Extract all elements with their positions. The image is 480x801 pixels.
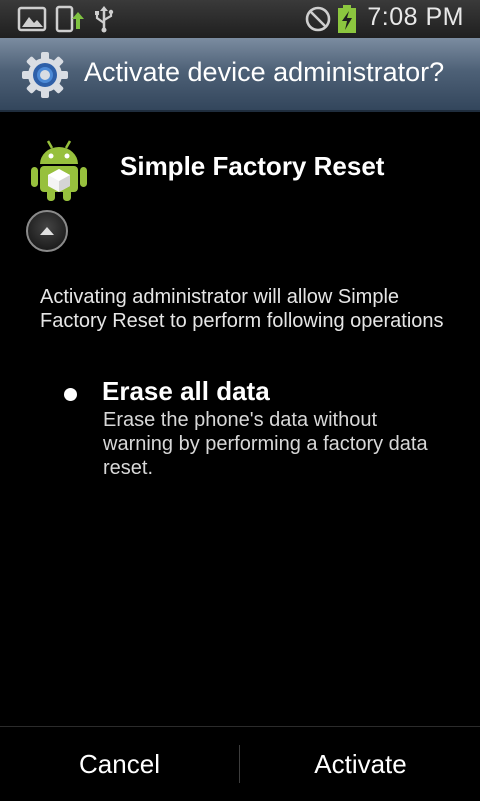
status-bar: 7:08 PM — [0, 0, 480, 38]
policy-description: Erase the phone's data without warning b… — [103, 409, 428, 479]
dialog-title-bar: Activate device administrator? — [0, 38, 480, 112]
activate-button[interactable]: Activate — [241, 727, 480, 801]
cancel-button[interactable]: Cancel — [0, 727, 239, 801]
dialog-title: Activate device administrator? — [84, 57, 445, 87]
usb-icon — [95, 6, 114, 33]
battery-charging-icon — [338, 5, 356, 33]
upload-icon — [55, 5, 84, 33]
expand-collapse-button[interactable] — [26, 210, 68, 252]
policy-bullet — [64, 388, 77, 401]
app-name: Simple Factory Reset — [120, 151, 385, 181]
settings-gear-icon — [22, 52, 68, 98]
no-signal-icon — [305, 6, 331, 32]
android-robot-icon — [31, 140, 87, 201]
admin-description: Activating administrator will allow Simp… — [40, 286, 444, 332]
dialog-button-bar: Cancel Activate — [0, 726, 480, 801]
chevron-up-icon — [40, 227, 54, 235]
gallery-icon — [17, 6, 47, 32]
button-divider — [239, 745, 240, 783]
policy-title: Erase all data — [102, 376, 270, 406]
status-time: 7:08 PM — [367, 3, 464, 31]
